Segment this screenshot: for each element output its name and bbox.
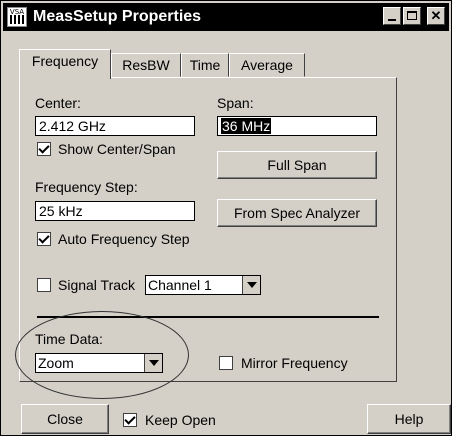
center-label: Center:	[35, 95, 81, 111]
span-value: 36 MHz	[221, 118, 272, 134]
from-spec-analyzer-button[interactable]: From Spec Analyzer	[217, 199, 377, 227]
frequency-step-label: Frequency Step:	[35, 179, 138, 195]
span-label: Span:	[217, 95, 254, 111]
help-button-label: Help	[394, 411, 424, 427]
help-button[interactable]: Help	[367, 404, 451, 434]
app-icon: VSA	[7, 7, 27, 27]
frequency-step-input[interactable]: 25 kHz	[35, 201, 195, 221]
tab-frequency-label: Frequency	[31, 53, 99, 69]
auto-frequency-step-checkbox[interactable]	[37, 232, 51, 246]
tab-time[interactable]: Time	[181, 53, 229, 77]
signal-track-selected: Channel 1	[148, 277, 212, 293]
span-input[interactable]: 36 MHz	[217, 116, 377, 136]
tab-resbw[interactable]: ResBW	[111, 53, 181, 77]
close-icon: ✕	[430, 8, 442, 23]
minimize-icon	[388, 19, 396, 21]
center-input[interactable]: 2.412 GHz	[35, 116, 195, 136]
title-bar[interactable]: VSA MeasSetup Properties ✕	[3, 3, 449, 31]
full-span-button[interactable]: Full Span	[217, 151, 377, 179]
tab-time-label: Time	[189, 57, 221, 73]
signal-track-label: Signal Track	[58, 277, 136, 293]
tab-average[interactable]: Average	[229, 53, 305, 77]
mirror-frequency-label: Mirror Frequency	[241, 355, 348, 371]
tab-frequency[interactable]: Frequency	[19, 49, 111, 79]
highlight-ellipse	[15, 311, 189, 399]
full-span-label: Full Span	[267, 157, 327, 173]
center-value: 2.412 GHz	[39, 118, 106, 134]
close-button-label: Close	[47, 411, 83, 427]
mirror-frequency-checkbox[interactable]	[219, 356, 233, 370]
from-spec-analyzer-label: From Spec Analyzer	[233, 205, 361, 221]
signal-track-checkbox[interactable]	[37, 278, 51, 292]
close-button[interactable]: Close	[21, 404, 109, 434]
chevron-down-icon[interactable]	[242, 276, 260, 294]
tab-average-label: Average	[241, 57, 293, 73]
signal-track-select[interactable]: Channel 1	[145, 275, 261, 295]
close-window-button[interactable]: ✕	[427, 7, 445, 25]
window-title: MeasSetup Properties	[33, 8, 202, 25]
keep-open-label: Keep Open	[145, 412, 216, 428]
keep-open-checkbox[interactable]	[123, 413, 137, 427]
meas-setup-dialog: VSA MeasSetup Properties ✕ Frequency Res…	[0, 0, 452, 436]
minimize-button[interactable]	[383, 7, 401, 25]
frequency-step-value: 25 kHz	[39, 203, 83, 219]
maximize-button[interactable]	[403, 7, 421, 25]
tab-resbw-label: ResBW	[122, 57, 170, 73]
show-center-span-label: Show Center/Span	[58, 141, 176, 157]
maximize-icon	[407, 11, 417, 20]
auto-frequency-step-label: Auto Frequency Step	[58, 231, 190, 247]
show-center-span-checkbox[interactable]	[37, 142, 51, 156]
